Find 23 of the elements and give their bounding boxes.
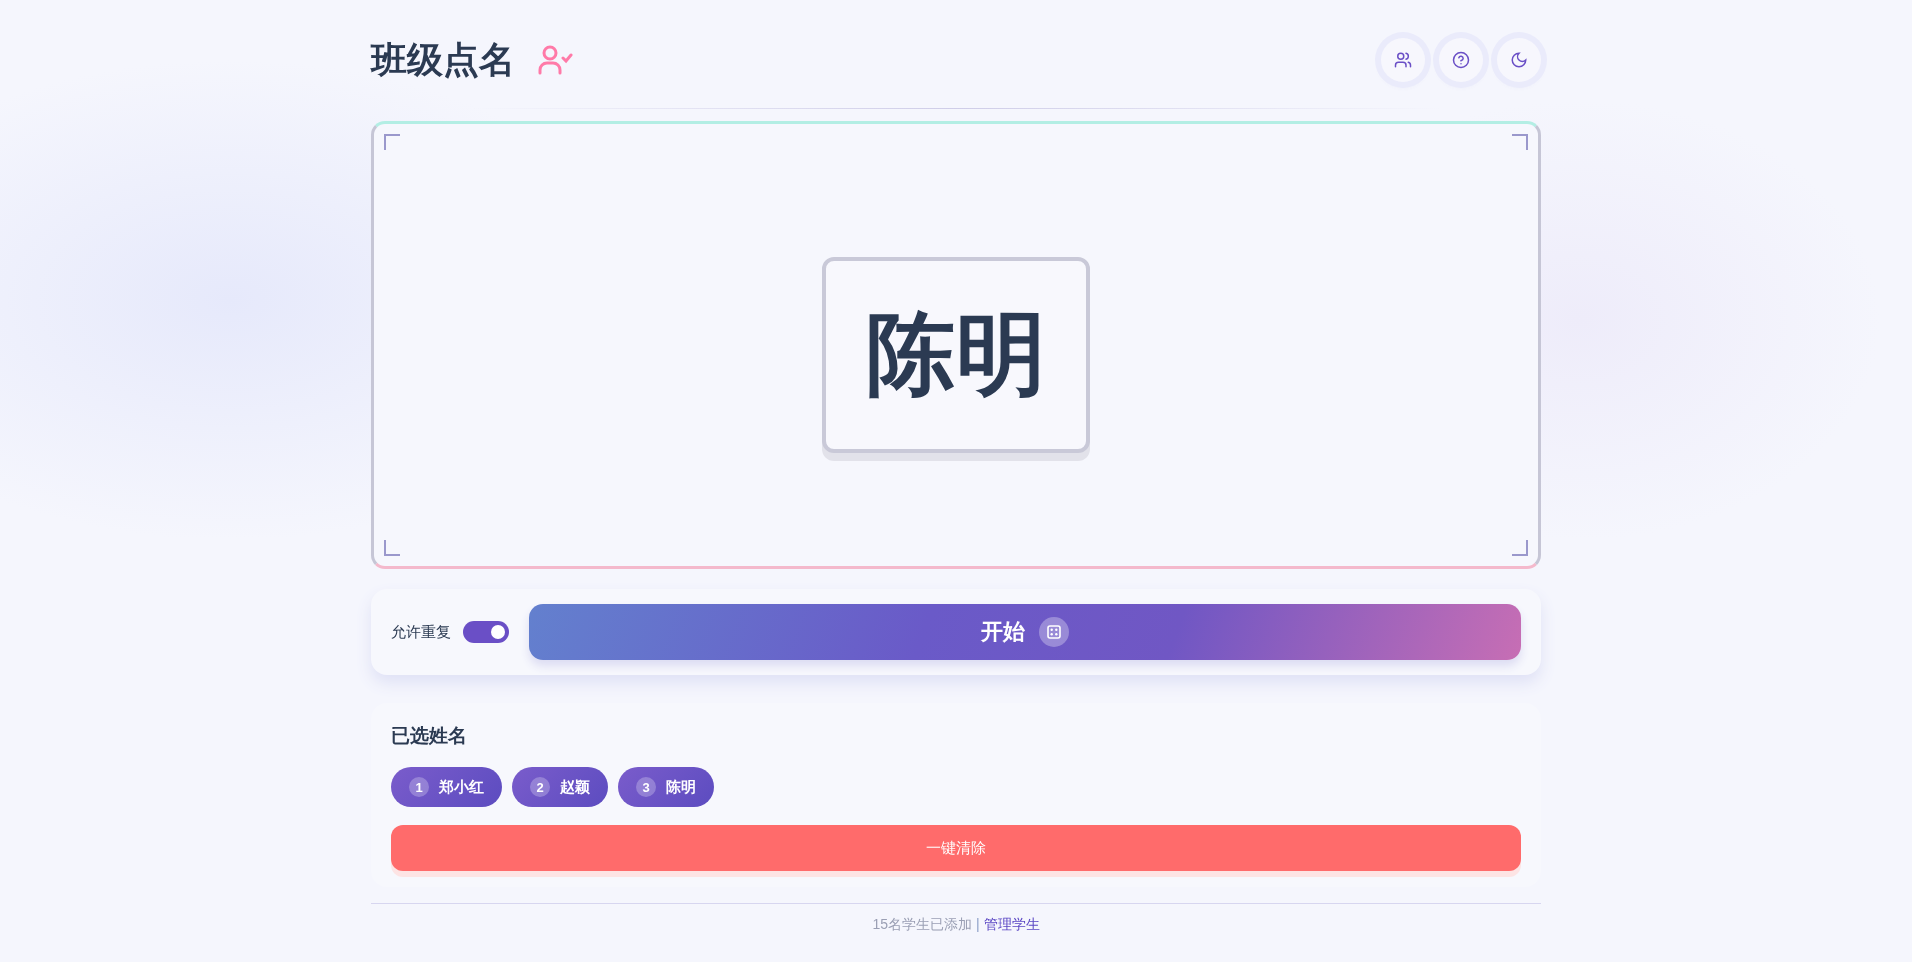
repeat-toggle[interactable] xyxy=(463,621,509,643)
repeat-label: 允许重复 xyxy=(391,622,451,642)
corner-mark xyxy=(384,134,400,150)
student-count: 15名学生已添加 xyxy=(872,916,972,934)
corner-mark xyxy=(1512,134,1528,150)
chip-name: 赵颖 xyxy=(560,777,590,797)
chip-number: 2 xyxy=(530,777,550,797)
selected-title: 已选姓名 xyxy=(391,724,468,748)
chip-number: 3 xyxy=(636,777,656,797)
user-check-icon xyxy=(537,44,573,76)
corner-mark xyxy=(384,540,400,556)
start-button[interactable]: 开始 xyxy=(529,604,1521,660)
chip-number: 1 xyxy=(409,777,429,797)
chip-name: 陈明 xyxy=(666,777,696,797)
chip-name: 郑小红 xyxy=(439,777,484,797)
manage-students-link[interactable]: 管理学生 xyxy=(983,916,1040,934)
dice-icon xyxy=(1039,617,1069,647)
users-icon xyxy=(1394,51,1412,69)
moon-icon xyxy=(1510,51,1528,69)
corner-mark xyxy=(1512,540,1528,556)
help-icon xyxy=(1452,51,1470,69)
separator: | xyxy=(975,916,980,934)
app-title: 班级点名 xyxy=(371,37,515,82)
